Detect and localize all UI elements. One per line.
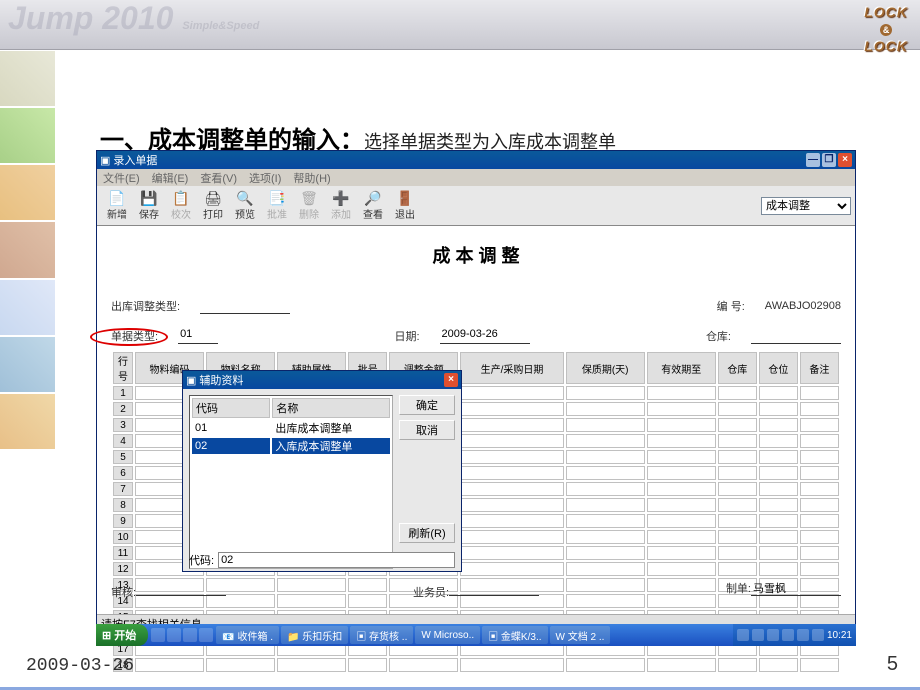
warehouse-label: 仓库: bbox=[706, 328, 731, 344]
dialog-icon: ▣ bbox=[186, 374, 196, 387]
code-filter-input[interactable] bbox=[218, 552, 455, 568]
lock-lock-logo: LOCK & LOCK bbox=[864, 4, 908, 54]
toolbar-添加: ➕添加 bbox=[325, 190, 357, 221]
toolbar-批准: 📑批准 bbox=[261, 190, 293, 221]
audit-label: 审核: bbox=[111, 587, 136, 599]
document-title: 成 本 调 整 bbox=[111, 242, 841, 268]
start-button[interactable]: ⊞开始 bbox=[96, 624, 148, 646]
toolbar-查看[interactable]: 🔎查看 bbox=[357, 190, 389, 221]
sidebar-decoration bbox=[0, 50, 55, 450]
window-titlebar[interactable]: ▣ 录入单据 — ❐ × bbox=[97, 151, 855, 169]
toolbar-预览[interactable]: 🔍预览 bbox=[229, 190, 261, 221]
slide-date: 2009-03-26 bbox=[26, 656, 134, 676]
maximize-button[interactable]: ❐ bbox=[822, 153, 836, 167]
clock: 10:21 bbox=[827, 630, 852, 641]
date-label: 日期: bbox=[394, 328, 419, 344]
salesman-value bbox=[449, 580, 539, 596]
toolbar-删除: 🗑删除 bbox=[293, 190, 325, 221]
menu-item[interactable]: 文件(E) bbox=[103, 170, 140, 186]
taskbar-item[interactable]: 📁 乐扣乐扣 bbox=[281, 626, 348, 644]
window-title-text: 录入单据 bbox=[113, 152, 157, 168]
doc-type-label: 单据类型: bbox=[111, 328, 158, 344]
toolbar: 📄新增💾保存📋校次🖨打印🔍预览📑批准🗑删除➕添加🔎查看🚪退出 成本调整 bbox=[97, 186, 855, 226]
maker-label: 制单: bbox=[726, 583, 751, 595]
taskbar[interactable]: ⊞开始 📧 收件箱 .📁 乐扣乐扣▣ 存货核 ..W Microso..▣ 金蝶… bbox=[96, 624, 856, 646]
slide-page-number: 5 bbox=[887, 653, 898, 676]
date-input[interactable]: 2009-03-26 bbox=[440, 328, 530, 344]
toolbar-新增[interactable]: 📄新增 bbox=[101, 190, 133, 221]
salesman-label: 业务员: bbox=[413, 587, 449, 599]
close-button[interactable]: × bbox=[838, 153, 852, 167]
warehouse-input[interactable] bbox=[751, 328, 841, 344]
lookup-list[interactable]: 代码名称01出库成本调整单02入库成本调整单 bbox=[189, 395, 393, 569]
start-icon: ⊞ bbox=[102, 629, 111, 642]
window-icon: ▣ bbox=[100, 154, 110, 167]
bill-no-label: 编 号: bbox=[717, 298, 745, 314]
taskbar-item[interactable]: ▣ 金蝶K/3.. bbox=[482, 626, 547, 644]
doc-type-input[interactable]: 01 bbox=[178, 328, 218, 344]
toolbar-打印[interactable]: 🖨打印 bbox=[197, 190, 229, 221]
cancel-button[interactable]: 取消 bbox=[399, 420, 455, 440]
menu-item[interactable]: 帮助(H) bbox=[293, 170, 330, 186]
toolbar-校次: 📋校次 bbox=[165, 190, 197, 221]
dialog-close-button[interactable]: × bbox=[444, 373, 458, 387]
slide-header: Jump 2010 Simple&Speed LOCK & LOCK bbox=[0, 0, 920, 50]
doc-type-select[interactable]: 成本调整 bbox=[761, 197, 851, 215]
taskbar-item[interactable]: W Microso.. bbox=[415, 626, 480, 644]
menu-item[interactable]: 选项(I) bbox=[249, 170, 281, 186]
menubar[interactable]: 文件(E) 编辑(E) 查看(V) 选项(I) 帮助(H) bbox=[97, 169, 855, 186]
code-filter-label: 代码: bbox=[189, 552, 214, 568]
toolbar-保存[interactable]: 💾保存 bbox=[133, 190, 165, 221]
menu-item[interactable]: 编辑(E) bbox=[152, 170, 189, 186]
maker-value: 马雪枫 bbox=[751, 580, 841, 596]
taskbar-item[interactable]: 📧 收件箱 . bbox=[216, 626, 279, 644]
taskbar-item[interactable]: W 文档 2 .. bbox=[550, 626, 611, 644]
quick-launch[interactable] bbox=[151, 628, 213, 642]
dialog-title: 辅助资料 bbox=[199, 372, 243, 388]
jump-logo: Jump 2010 Simple&Speed bbox=[0, 0, 259, 36]
out-adj-type-label: 出库调整类型: bbox=[111, 298, 180, 314]
audit-value bbox=[136, 580, 226, 596]
dialog-titlebar[interactable]: ▣ 辅助资料 × bbox=[183, 371, 461, 389]
minimize-button[interactable]: — bbox=[806, 153, 820, 167]
lookup-dialog: ▣ 辅助资料 × 代码名称01出库成本调整单02入库成本调整单 确定 取消 刷新… bbox=[182, 370, 462, 572]
system-tray[interactable]: 10:21 bbox=[733, 624, 856, 646]
out-adj-type-input[interactable] bbox=[200, 298, 290, 314]
refresh-button[interactable]: 刷新(R) bbox=[399, 523, 455, 543]
toolbar-退出[interactable]: 🚪退出 bbox=[389, 190, 421, 221]
ok-button[interactable]: 确定 bbox=[399, 395, 455, 415]
taskbar-item[interactable]: ▣ 存货核 .. bbox=[350, 626, 413, 644]
bill-no-value: AWABJO02908 bbox=[765, 300, 841, 312]
menu-item[interactable]: 查看(V) bbox=[200, 170, 237, 186]
